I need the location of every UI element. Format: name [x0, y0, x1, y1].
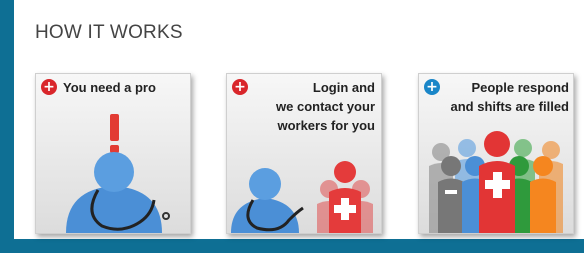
- step-card-login-contact: + Login and we contact your workers for …: [226, 73, 382, 234]
- doctor-alert-illustration: [66, 114, 170, 233]
- plus-icon: +: [232, 79, 248, 95]
- step-card-need-pro: + You need a pro: [35, 73, 191, 234]
- how-it-works-panel: HOW IT WORKS + You need a pro + Login an…: [14, 0, 584, 239]
- step-caption-line: People respond: [471, 80, 569, 95]
- section-title: HOW IT WORKS: [35, 22, 183, 43]
- plus-icon: +: [41, 79, 57, 95]
- step-caption-line: and shifts are filled: [450, 99, 569, 114]
- step-caption-line: workers for you: [277, 118, 375, 133]
- step-card-people-respond: + People respond and shifts are filled: [418, 73, 574, 234]
- step-caption-line: we contact your: [276, 99, 375, 114]
- step-caption-line: You need a pro: [63, 80, 156, 95]
- step-caption-line: Login and: [312, 80, 375, 95]
